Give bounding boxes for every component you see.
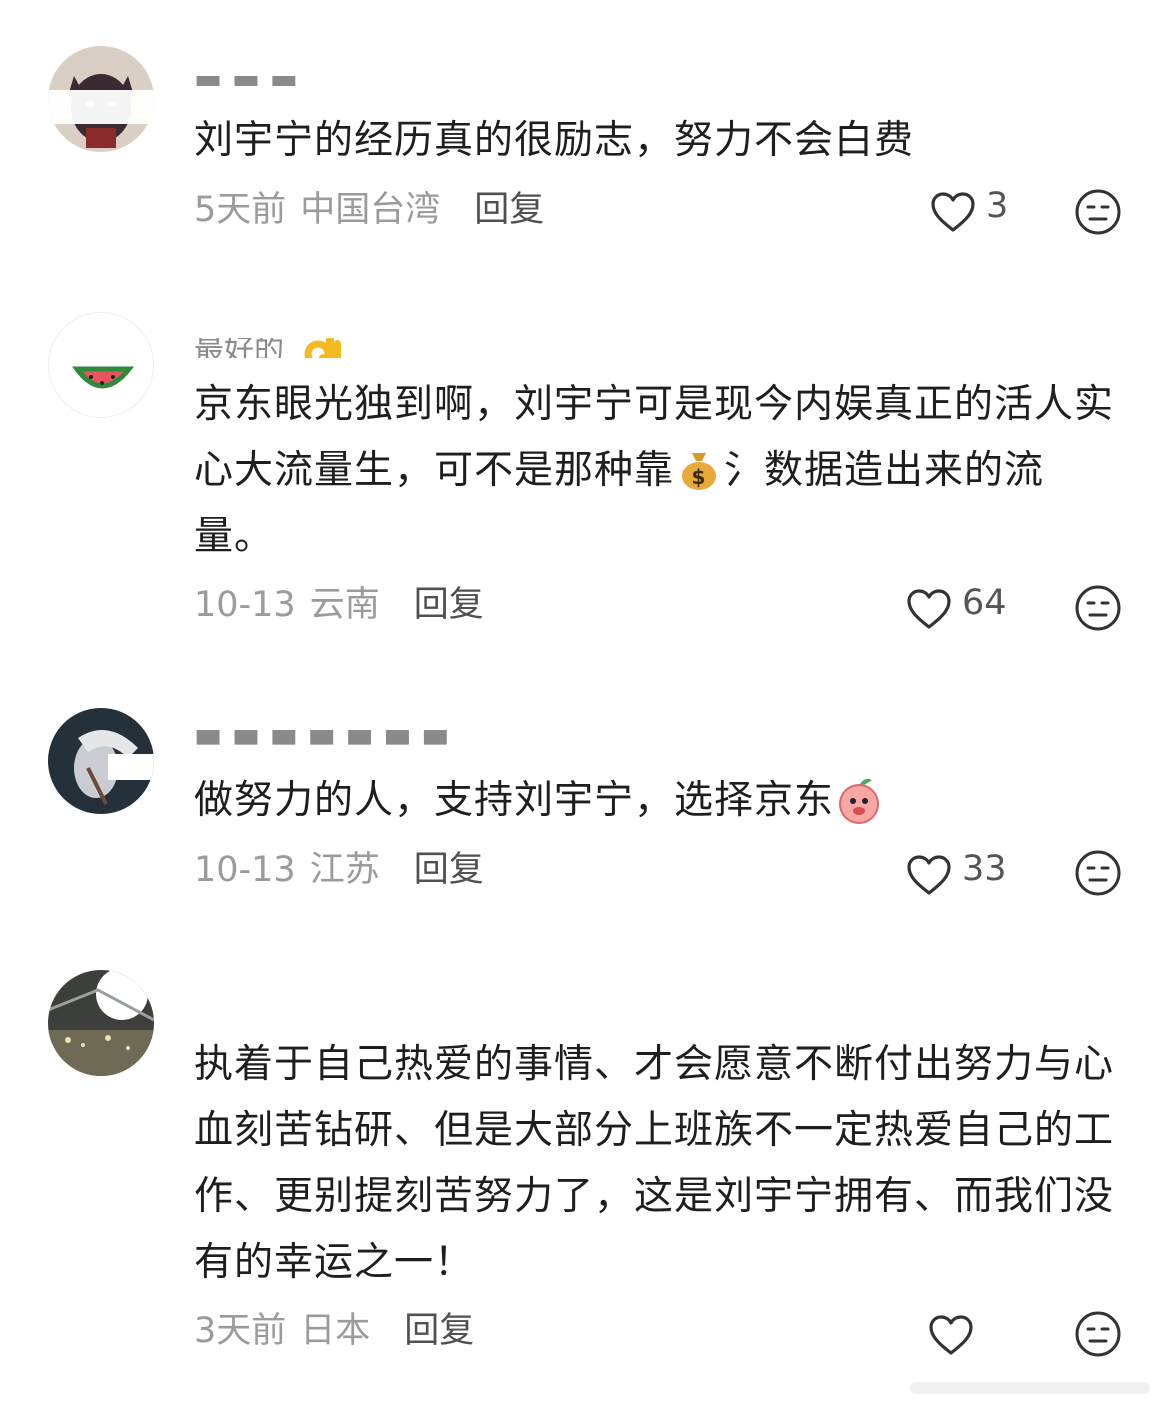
like-count: 64 xyxy=(962,583,1007,623)
like-button[interactable]: 64 xyxy=(906,583,1007,634)
username[interactable]: 最好的 xyxy=(194,324,344,358)
reply-button[interactable]: 回复 xyxy=(414,585,484,625)
svg-text:$: $ xyxy=(692,465,707,489)
comment-date: 10-13 xyxy=(194,850,296,890)
comment-text: 执着于自己热爱的事情、才会愿意不断付出努力与心血刻苦钻研、但是大部分上班族不一定… xyxy=(194,1042,1115,1285)
comment-location: 江苏 xyxy=(309,850,380,890)
username[interactable]: ■ ■ ■ ■ ■ ■ ■ xyxy=(194,712,534,748)
comment-text: 刘宇宁的经历真的很励志，努力不会白费 xyxy=(194,118,915,163)
avatar[interactable] xyxy=(48,312,154,418)
reply-button[interactable]: 回复 xyxy=(474,190,544,230)
neutral-face-icon[interactable] xyxy=(1074,188,1122,236)
comment-item: ■ ■ ■ 刘宇宁的经历真的很励志，努力不会白费 5天前中国台湾回复 3 xyxy=(0,0,1170,280)
neutral-face-icon[interactable] xyxy=(1074,584,1122,632)
heart-outline-icon xyxy=(929,1315,973,1355)
comment-text: 做努力的人，支持刘宇宁，选择京东 xyxy=(194,768,1114,834)
like-count: 33 xyxy=(962,849,1007,889)
comment-date: 5天前 xyxy=(194,190,287,230)
like-button[interactable]: 3 xyxy=(930,186,1009,237)
like-button[interactable]: 33 xyxy=(906,849,1007,900)
avatar[interactable] xyxy=(48,708,154,814)
comment-location: 云南 xyxy=(309,585,380,625)
comment-location: 日本 xyxy=(300,1311,371,1351)
comment-meta: 10-13 江苏 回复 xyxy=(194,845,484,895)
money-bag-emoji: $ xyxy=(682,452,717,490)
heart-outline-icon xyxy=(907,589,951,629)
comment-meta: 3天前 日本 回复 xyxy=(194,1306,474,1356)
heart-outline-icon xyxy=(907,855,951,895)
comment-text: 京东眼光独到啊，刘宇宁可是现今内娱真正的活人实心大流量生，可不是那种靠 $ 氵数… xyxy=(194,382,1115,559)
reply-button[interactable]: 回复 xyxy=(414,850,484,890)
peach-emoji xyxy=(839,778,880,824)
comment-date: 10-13 xyxy=(194,585,296,625)
avatar[interactable] xyxy=(48,46,154,152)
reply-button[interactable]: 回复 xyxy=(404,1311,474,1351)
comment-date: 3天前 xyxy=(194,1311,287,1351)
avatar[interactable] xyxy=(48,970,154,1076)
comment-location: 中国台湾 xyxy=(300,190,441,230)
heart-outline-icon xyxy=(931,192,975,232)
watermark-graphic xyxy=(910,1382,1150,1394)
comment-meta: 10-13 云南 回复 xyxy=(194,580,484,630)
comment-meta: 5天前 中国台湾 回复 xyxy=(194,185,544,235)
like-count: 3 xyxy=(986,186,1009,226)
neutral-face-icon[interactable] xyxy=(1074,849,1122,897)
username[interactable]: ■ ■ ■ xyxy=(194,62,334,86)
like-button[interactable] xyxy=(928,1310,984,1360)
neutral-face-icon[interactable] xyxy=(1074,1310,1122,1358)
